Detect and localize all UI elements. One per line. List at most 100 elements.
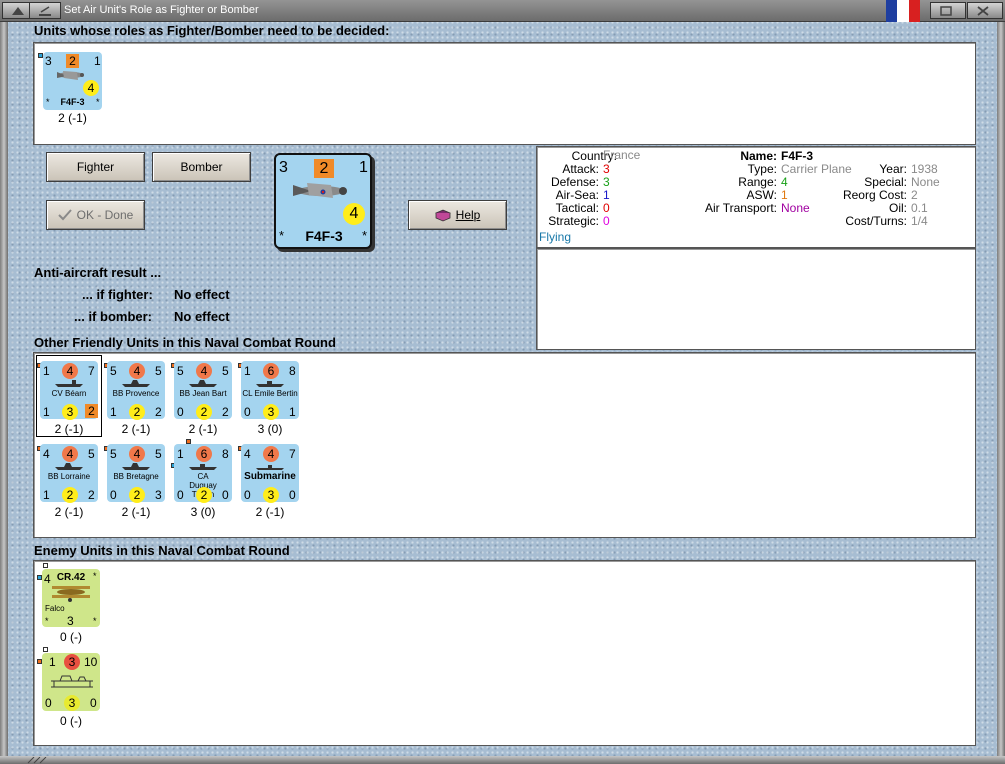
ok-done-button[interactable]: OK - Done <box>46 200 145 230</box>
unit-defense: 6 <box>196 446 212 462</box>
unit-attack: 1 <box>177 447 184 461</box>
tactical-label: Tactical: <box>555 201 599 215</box>
oil-label: Oil: <box>889 201 907 215</box>
unit-caption: 3 (0) <box>190 505 216 519</box>
unit-attack: 5 <box>177 364 184 378</box>
resize-grip-icon[interactable] <box>26 757 50 764</box>
unit-range: 10 <box>84 655 98 669</box>
airsea-label: Air-Sea: <box>555 188 599 202</box>
bomber-button[interactable]: Bomber <box>152 152 251 182</box>
friendly-unit-bb-bretagne[interactable]: 5 4 5 BB Bretagne 0 2 3 <box>107 444 165 503</box>
unit-name: F4F-3 <box>60 97 85 107</box>
asw-label: ASW: <box>746 188 777 202</box>
f4f-plane-icon <box>57 71 84 80</box>
battleship-icon <box>122 463 150 470</box>
selected-unit-name: F4F-3 <box>305 228 343 244</box>
window-frame-left <box>0 22 8 756</box>
strategic-value: 0 <box>603 214 610 228</box>
unit-circle-value: 3 <box>263 487 279 503</box>
selected-circle-value: 4 <box>343 203 365 225</box>
unit-attack: 5 <box>110 447 117 461</box>
friendly-unit-bb-provence[interactable]: 5 4 5 BB Provence 1 2 2 <box>107 361 165 420</box>
selected-attack: 3 <box>279 159 288 176</box>
window-title: Set Air Unit's Role as Fighter or Bomber <box>64 4 259 16</box>
undecided-unit-counter[interactable]: 3 2 1 4 * F4F-3 * <box>43 52 102 110</box>
strategic-label: Strategic: <box>548 214 599 228</box>
aa-bomber-value: No effect <box>174 309 230 324</box>
title-bar: Set Air Unit's Role as Fighter or Bomber <box>0 0 1005 22</box>
year-label: Year: <box>879 162 907 176</box>
special-label: Special: <box>864 175 907 189</box>
cruiser-icon <box>256 381 284 387</box>
france-flag-icon <box>886 0 920 22</box>
airtransport-label: Air Transport: <box>704 201 777 215</box>
unit-airsea: 1 <box>43 405 50 419</box>
friendly-unit-cv-bearn[interactable]: 1 4 7 CV Béarn 1 3 2 <box>40 361 98 420</box>
friendly-unit-ca-duguay-trouin[interactable]: 1 6 8 CA Duguay Trouin 0 2 0 <box>174 444 232 503</box>
unit-airsea: 0 <box>244 488 251 502</box>
help-label: Help <box>455 208 481 222</box>
unit-airsea: 0 <box>45 696 52 710</box>
unit-airsea: 0 <box>244 405 251 419</box>
friendly-unit-cl-emile-bertin[interactable]: 1 6 8 CL Emile Bertin 0 3 1 <box>241 361 299 420</box>
unit-circle-value: 3 <box>64 695 80 711</box>
unit-attack: 5 <box>110 364 117 378</box>
unit-range: 7 <box>289 447 296 461</box>
status-value: Flying <box>539 230 572 244</box>
unit-right-value: 0 <box>222 488 229 502</box>
carrier-ship-icon <box>55 380 83 387</box>
unit-defense: 4 <box>196 363 212 379</box>
unit-defense: 3 <box>64 654 80 670</box>
ship-schematic-icon <box>51 675 93 688</box>
unit-defense: 4 <box>62 363 78 379</box>
unit-square-value: 2 <box>85 404 98 418</box>
unit-attack: 4 <box>244 447 251 461</box>
aa-result-title: Anti-aircraft result ... <box>34 265 162 280</box>
maximize-button[interactable] <box>930 2 966 19</box>
unit-right-value: 0 <box>90 696 97 710</box>
unit-attack: 1 <box>49 655 56 669</box>
unit-name: Submarine <box>244 471 296 482</box>
unit-marker <box>43 647 48 652</box>
unit-name: BB Bretagne <box>113 472 159 481</box>
close-icon <box>977 6 989 16</box>
enemy-unit-ship[interactable]: 1 3 10 0 3 0 <box>42 653 100 711</box>
defense-label: Defense: <box>550 175 599 189</box>
fighter-button[interactable]: Fighter <box>46 152 145 182</box>
checkmark-icon <box>57 209 72 221</box>
attack-label: Attack: <box>562 162 599 176</box>
unit-right-value: 1 <box>289 405 296 419</box>
ok-done-label: OK - Done <box>76 208 134 222</box>
unit-name: BB Provence <box>112 389 160 398</box>
unit-attack: 1 <box>43 364 50 378</box>
unit-circle-value: 4 <box>83 80 99 96</box>
friendly-unit-bb-lorraine[interactable]: 4 4 5 BB Lorraine 1 2 2 <box>40 444 98 503</box>
unit-caption: 2 (-1) <box>54 505 84 519</box>
help-button[interactable]: Help <box>408 200 507 230</box>
unit-caption: 2 (-1) <box>188 422 218 436</box>
unit-star-right: * <box>96 97 100 107</box>
unit-range: 5 <box>88 447 95 461</box>
unit-right-value: 3 <box>155 488 162 502</box>
battleship-icon <box>189 380 217 387</box>
help-book-icon <box>434 209 451 221</box>
costturns-label: Cost/Turns: <box>845 214 907 228</box>
unit-marker <box>43 563 48 568</box>
enemy-unit-cr42-falco[interactable]: 4 CR.42 * Falco * 3 * <box>42 569 100 627</box>
close-button[interactable] <box>967 2 1003 19</box>
unit-name: BB Jean Bart <box>179 389 227 398</box>
unit-airsea: 0 <box>177 405 184 419</box>
submarine-icon <box>256 465 284 470</box>
range-label: Range: <box>738 175 777 189</box>
friendly-unit-submarine[interactable]: 4 4 7 Submarine 0 3 0 <box>241 444 299 503</box>
unit-info-panel: Country: France Attack: 3 Defense: 3 Air… <box>536 146 976 248</box>
unit-range: 8 <box>222 447 229 461</box>
unit-caption: 0 (-) <box>60 630 82 644</box>
selected-range: 1 <box>359 159 368 176</box>
minimize-button[interactable] <box>29 2 61 19</box>
unit-name: BB Lorraine <box>47 472 91 481</box>
enemy-units-panel: 4 CR.42 * Falco * 3 * 0 (-) 1 3 10 0 3 0… <box>33 560 976 746</box>
friendly-unit-bb-jean-bart[interactable]: 5 4 5 BB Jean Bart 0 2 2 <box>174 361 232 420</box>
unit-right-value: 2 <box>155 405 162 419</box>
minimize-icon <box>39 6 51 16</box>
